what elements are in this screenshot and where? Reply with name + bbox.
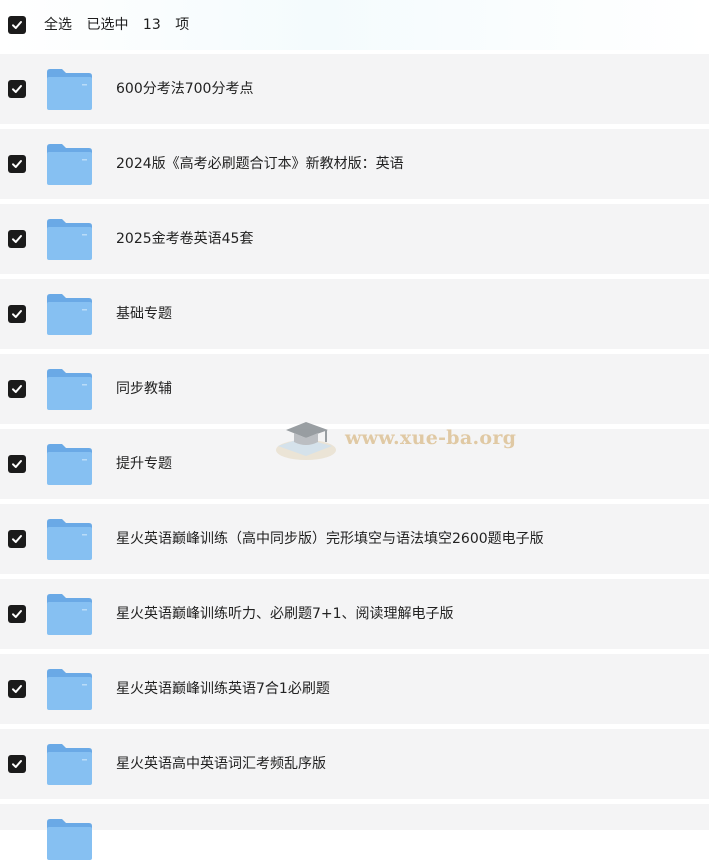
item-name: 基础专题	[116, 306, 172, 322]
item-name: 星火英语巅峰训练（高中同步版）完形填空与语法填空2600题电子版	[116, 531, 544, 547]
folder-icon	[47, 294, 92, 335]
item-checkbox[interactable]	[8, 605, 26, 623]
list-item[interactable]: 星火英语巅峰训练英语7合1必刷题	[0, 654, 709, 724]
check-icon	[12, 760, 22, 768]
item-checkbox[interactable]	[8, 80, 26, 98]
list-item-partial[interactable]	[0, 804, 709, 860]
folder-icon	[47, 369, 92, 410]
check-icon	[12, 160, 22, 168]
item-name: 星火英语巅峰训练英语7合1必刷题	[116, 681, 330, 697]
check-icon	[12, 385, 22, 393]
check-icon	[12, 21, 22, 29]
item-checkbox[interactable]	[8, 455, 26, 473]
item-checkbox[interactable]	[8, 755, 26, 773]
item-name: 600分考法700分考点	[116, 81, 254, 97]
item-checkbox[interactable]	[8, 680, 26, 698]
check-icon	[12, 235, 22, 243]
selection-header: 全选 已选中 13 项	[0, 0, 709, 50]
folder-icon	[47, 69, 92, 110]
folder-icon	[47, 594, 92, 635]
item-name: 同步教辅	[116, 381, 172, 397]
item-name: 2025金考卷英语45套	[116, 231, 254, 247]
check-icon	[12, 85, 22, 93]
list-item[interactable]: 星火英语巅峰训练（高中同步版）完形填空与语法填空2600题电子版	[0, 504, 709, 574]
item-checkbox[interactable]	[8, 530, 26, 548]
selected-count: 13	[142, 17, 161, 33]
selected-unit: 项	[175, 17, 190, 33]
select-all-label[interactable]: 全选	[44, 17, 72, 33]
list-item[interactable]: 星火英语高中英语词汇考频乱序版	[0, 729, 709, 799]
select-all-checkbox[interactable]	[8, 16, 26, 34]
folder-icon	[47, 444, 92, 485]
list-item[interactable]: 600分考法700分考点	[0, 54, 709, 124]
folder-icon	[47, 219, 92, 260]
item-name: 星火英语巅峰训练听力、必刷题7+1、阅读理解电子版	[116, 606, 454, 622]
folder-icon	[47, 819, 92, 860]
folder-icon	[47, 744, 92, 785]
check-icon	[12, 685, 22, 693]
check-icon	[12, 535, 22, 543]
check-icon	[12, 610, 22, 618]
item-checkbox[interactable]	[8, 380, 26, 398]
item-name: 2024版《高考必刷题合订本》新教材版：英语	[116, 156, 404, 172]
list-item[interactable]: 星火英语巅峰训练听力、必刷题7+1、阅读理解电子版	[0, 579, 709, 649]
check-icon	[12, 460, 22, 468]
folder-icon	[47, 519, 92, 560]
item-checkbox[interactable]	[8, 305, 26, 323]
check-icon	[12, 310, 22, 318]
item-name: 星火英语高中英语词汇考频乱序版	[116, 756, 326, 772]
watermark-text: www.xue-ba.org	[345, 427, 517, 449]
item-checkbox[interactable]	[8, 230, 26, 248]
selected-prefix: 已选中	[86, 17, 129, 33]
item-checkbox[interactable]	[8, 155, 26, 173]
list-item[interactable]: 2024版《高考必刷题合订本》新教材版：英语	[0, 129, 709, 199]
folder-icon	[47, 669, 92, 710]
selection-summary: 全选 已选中 13 项	[44, 16, 199, 34]
list-item[interactable]: 2025金考卷英语45套	[0, 204, 709, 274]
folder-icon	[47, 144, 92, 185]
item-name: 提升专题	[116, 456, 172, 472]
list-item[interactable]: 基础专题	[0, 279, 709, 349]
